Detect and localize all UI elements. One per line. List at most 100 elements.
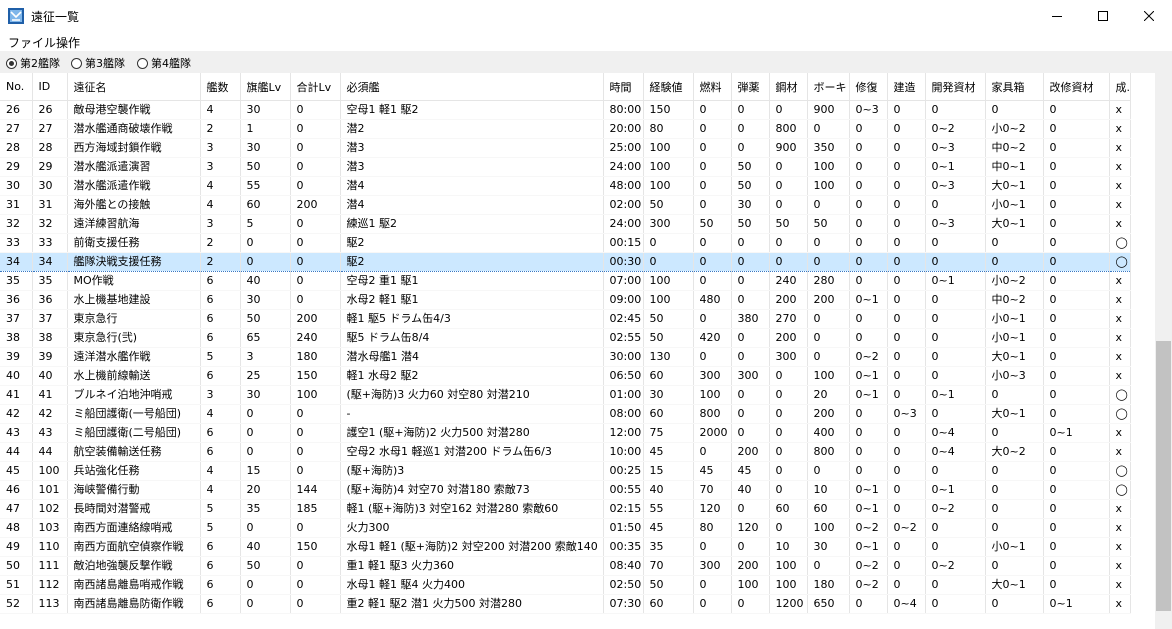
table-row[interactable]: 27 27 潜水艦通商破壊作戦 2 1 0 潜2 20:00 80 0 0 800 0 0 0 0~2 小0~2… <box>0 119 1131 139</box>
table-cell: 0 <box>925 461 986 481</box>
table-cell: 0 <box>693 157 732 177</box>
table-cell: 0~1 <box>925 157 986 177</box>
column-header[interactable]: No. <box>0 73 33 101</box>
table-cell: 6 <box>200 271 241 291</box>
table-cell: 28 <box>0 138 33 158</box>
table-cell: 遠洋練習航海 <box>67 214 201 234</box>
table-cell: 31 <box>0 195 33 215</box>
column-header[interactable]: 時間 <box>603 73 644 101</box>
column-header[interactable]: 鋼材 <box>769 73 808 101</box>
table-cell: 0 <box>1043 518 1110 538</box>
table-cell: 08:00 <box>603 404 644 424</box>
column-header[interactable]: ボーキ <box>807 73 850 101</box>
table-row[interactable]: 42 42 ミ船団護衛(一号船団) 4 0 0-08:00 60 800 0 0 200 0 0~3 0 大… <box>0 404 1131 424</box>
column-header[interactable]: 弾薬 <box>731 73 770 101</box>
menu-operation[interactable]: 操作 <box>56 34 80 51</box>
table-cell: 0~4 <box>925 423 986 443</box>
radio-unchecked-icon <box>137 57 148 69</box>
vertical-scrollbar[interactable] <box>1155 73 1172 629</box>
table-row[interactable]: 41 41 ブルネイ泊地沖哨戒 3 30 100 (駆+海防)3 火力60 対空80 対潜2… <box>0 385 1131 405</box>
table-cell: 200 <box>769 290 808 310</box>
table-cell: 0 <box>887 233 926 253</box>
column-header[interactable]: 改修資材 <box>1043 73 1110 101</box>
table-row[interactable]: 37 37 東京急行 6 50 200 軽1 駆5 ドラム缶4/3 02:45 50 0 380 27… <box>0 309 1131 329</box>
column-header[interactable]: 家具箱 <box>985 73 1044 101</box>
expedition-table: No.^ID遠征名艦数旗艦Lv合計Lv必須艦時間経験値燃料弾薬鋼材ボーキ修復建造… <box>0 73 1155 629</box>
table-cell: 100 <box>643 157 694 177</box>
table-row[interactable]: 43 43 ミ船団護衛(二号船団) 6 0 0 護空1 (駆+海防)2 火力500 対潜28… <box>0 423 1131 443</box>
scrollbar-thumb[interactable] <box>1156 341 1171 611</box>
table-row[interactable]: 46 101 海峡警備行動 4 20 144 (駆+海防)4 対空70 対潜180 索敵73… <box>0 480 1131 500</box>
table-row[interactable]: 36 36 水上機基地建設 6 30 0 水母2 軽1 駆1 09:00 100 480 0 200 2… <box>0 290 1131 310</box>
table-cell: 0 <box>985 556 1044 576</box>
column-header[interactable]: 燃料 <box>693 73 732 101</box>
column-header[interactable]: 合計Lv <box>290 73 341 101</box>
table-cell: 34 <box>0 252 33 272</box>
table-cell: 27 <box>32 119 68 139</box>
table-row[interactable]: 30 30 潜水艦派遣作戦 4 55 0 潜4 48:00 100 0 50 0 100 0 0 0~3 大0~… <box>0 176 1131 196</box>
table-row[interactable]: 51 112 南西諸島離島哨戒作戦 6 0 0 水母1 軽1 駆4 火力400 02:50 50… <box>0 575 1131 595</box>
close-button[interactable] <box>1126 0 1172 31</box>
table-cell: 0 <box>849 119 888 139</box>
table-row[interactable]: 34 34 艦隊決戦支援任務 2 0 0 駆2 00:30 0 0 0 0 0 0 0 0 0 0 ◯ <box>0 252 1131 272</box>
column-header[interactable]: 遠征名 <box>67 73 201 101</box>
column-header[interactable]: 艦数 <box>200 73 241 101</box>
table-row[interactable]: 38 38 東京急行(弐) 6 65 240 駆5 ドラム缶8/4 02:55 50 420 0 20… <box>0 328 1131 348</box>
table-cell: 長時間対潜警戒 <box>67 499 201 519</box>
table-cell: 0 <box>807 195 850 215</box>
menu-file[interactable]: ファイル <box>8 34 56 51</box>
table-row[interactable]: 40 40 水上機前線輸送 6 25 150 軽1 水母2 駆2 06:50 60 300 300 0… <box>0 366 1131 386</box>
minimize-button[interactable] <box>1034 0 1080 31</box>
table-row[interactable]: 32 32 遠洋練習航海 3 5 0 練巡1 駆2 24:00 300 50 50 50 50 0 0 0~3… <box>0 214 1131 234</box>
maximize-icon <box>1098 10 1108 21</box>
table-row[interactable]: 35 35 MO作戦 6 40 0 空母2 重1 駆1 07:00 100 0 0 240 280 0 0 0… <box>0 271 1131 291</box>
column-header[interactable]: 修復 <box>849 73 888 101</box>
column-header[interactable]: 必須艦 <box>340 73 604 101</box>
table-cell: 大0~1 <box>985 347 1044 367</box>
table-cell: 0 <box>693 195 732 215</box>
table-row[interactable]: 39 39 遠洋潜水艦作戦 5 3 180 潜水母艦1 潜4 30:00 130 0 0 300 0 0~… <box>0 347 1131 367</box>
column-header[interactable]: 成. <box>1109 73 1131 101</box>
table-cell: 0 <box>693 176 732 196</box>
table-cell: 3 <box>200 214 241 234</box>
table-row[interactable]: 49 110 南西方面航空偵察作戦 6 40 150 水母1 軽1 (駆+海防)2 対空20… <box>0 537 1131 557</box>
table-row[interactable]: 48 103 南西方面連絡線哨戒 5 0 0 火力300 01:50 45 80 120 0 100 0~… <box>0 518 1131 538</box>
table-cell: 20:00 <box>603 119 644 139</box>
column-header[interactable]: 経験値 <box>643 73 694 101</box>
table-row[interactable]: 28 28 西方海域封鎖作戦 3 30 0 潜3 25:00 100 0 0 900 350 0 0 0~3 中… <box>0 138 1131 158</box>
radio-fleet-2[interactable]: 第2艦隊 <box>6 55 60 71</box>
column-header[interactable]: ^ID <box>32 73 68 101</box>
table-row[interactable]: 52 113 南西諸島離島防衛作戦 6 0 0 重2 軽1 駆2 潜1 火力500 対潜28… <box>0 594 1131 614</box>
table-row[interactable]: 29 29 潜水艦派遣演習 3 50 0 潜3 24:00 100 0 50 0 100 0 0 0~1 中0~… <box>0 157 1131 177</box>
table-cell: 20 <box>807 385 850 405</box>
table-cell: 0 <box>769 518 808 538</box>
table-cell: 100 <box>643 138 694 158</box>
table-row[interactable]: 44 44 航空装備輸送任務 6 0 0 空母2 水母1 軽巡1 対潜200 ドラム缶6/3… <box>0 442 1131 462</box>
menu-bar: ファイル 操作 <box>0 31 1172 51</box>
table-cell: 35 <box>0 271 33 291</box>
table-cell: 0 <box>769 442 808 462</box>
table-row[interactable]: 45 100 兵站強化任務 4 15 0 (駆+海防)3 00:25 15 45 45 0 0 0 0 0 0 0… <box>0 461 1131 481</box>
table-cell: 0 <box>1043 499 1110 519</box>
column-header[interactable]: 開発資材 <box>925 73 986 101</box>
radio-fleet-3[interactable]: 第3艦隊 <box>71 55 125 71</box>
table-cell: 55 <box>643 499 694 519</box>
table-cell: 0 <box>290 214 341 234</box>
maximize-button[interactable] <box>1080 0 1126 31</box>
table-row[interactable]: 26 26 敵母港空襲作戦 4 30 0 空母1 軽1 駆2 80:00 150 0 0 0 900 0~… <box>0 100 1131 120</box>
table-cell: 3 <box>240 347 291 367</box>
table-row[interactable]: 47 102 長時間対潜警戒 5 35 185 軽1 (駆+海防)3 対空162 対潜280… <box>0 499 1131 519</box>
column-header[interactable]: 建造 <box>887 73 926 101</box>
table-cell: 火力300 <box>340 518 604 538</box>
table-cell: 150 <box>290 537 341 557</box>
table-cell: 0 <box>290 176 341 196</box>
table-cell: 900 <box>807 100 850 120</box>
table-cell: 0 <box>887 309 926 329</box>
table-cell: 0 <box>849 309 888 329</box>
table-row[interactable]: 31 31 海外艦との接触 4 60 200 潜4 02:00 50 0 30 0 0 0 0 0 小0~1 0 x <box>0 195 1131 215</box>
radio-fleet-4[interactable]: 第4艦隊 <box>137 55 191 71</box>
table-cell: 0 <box>769 385 808 405</box>
column-header[interactable]: 旗艦Lv <box>240 73 291 101</box>
table-row[interactable]: 50 111 敵泊地強襲反撃作戦 6 50 0 重1 軽1 駆3 火力360 08:40 70 3… <box>0 556 1131 576</box>
table-row[interactable]: 33 33 前衛支援任務 2 0 0 駆2 00:15 0 0 0 0 0 0 0 0 0 0 ◯ <box>0 233 1131 253</box>
